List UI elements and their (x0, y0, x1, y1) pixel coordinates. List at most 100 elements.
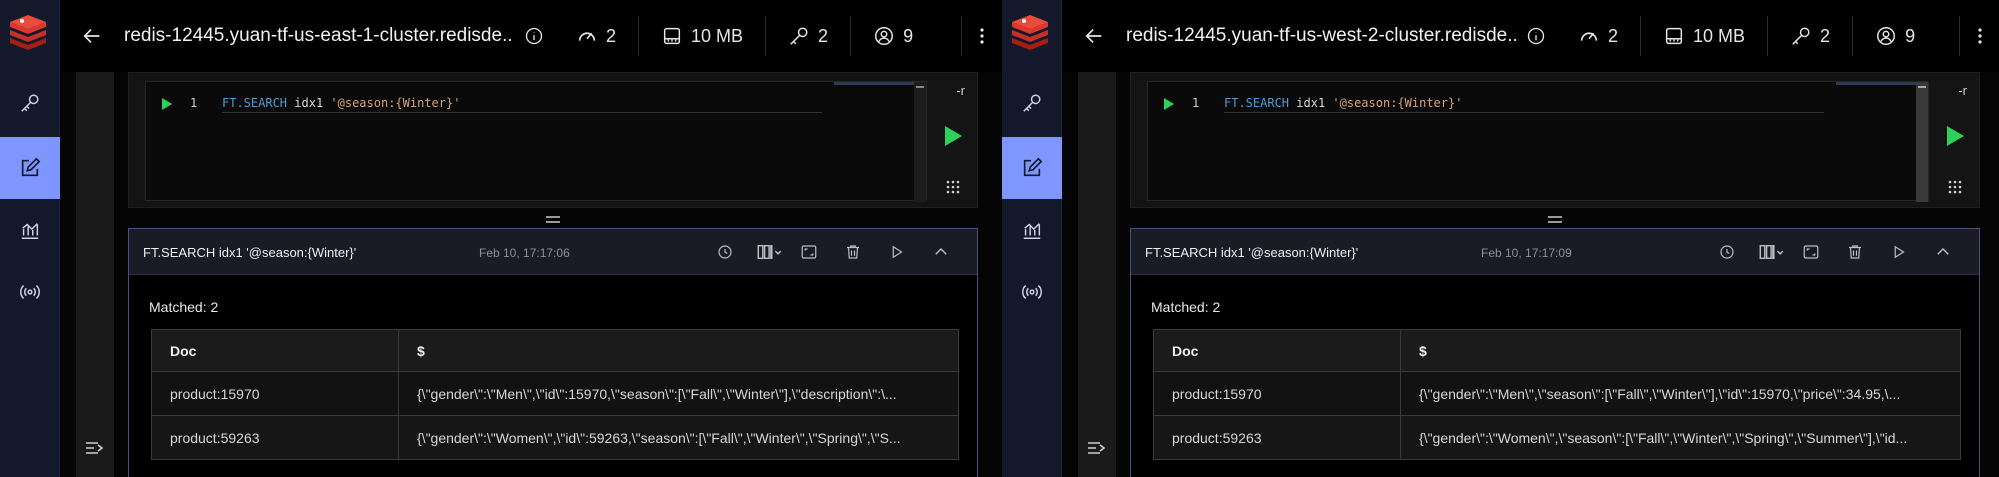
columns-icon (757, 244, 782, 260)
table-row[interactable]: product:15970 {\"gender\":\"Men\",\"seas… (1153, 371, 1961, 416)
table-header-row: Doc $ (151, 329, 959, 372)
raw-mode-flag[interactable]: -r (1958, 83, 1967, 98)
scrollbar-thumb[interactable] (1918, 86, 1926, 88)
database-name: redis-12445.yuan-tf-us-west-2-cluster.re… (1126, 25, 1516, 46)
doc-cell: product:59263 (1153, 415, 1401, 460)
line-number: 1 (1192, 96, 1200, 110)
raw-mode-flag[interactable]: -r (956, 83, 965, 98)
table-row[interactable]: product:15970 {\"gender\":\"Men\",\"id\"… (151, 371, 959, 416)
table-row[interactable]: product:59263 {\"gender\":\"Women\",\"id… (151, 415, 959, 460)
nav-analytics[interactable] (0, 199, 60, 261)
editor-input[interactable]: 1 FT.SEARCH idx1 '@season:{Winter}' (145, 81, 927, 202)
ops-value: 2 (606, 25, 617, 46)
result-card: FT.SEARCH idx1 '@season:{Winter}' Feb 10… (128, 228, 978, 477)
current-line-underline (222, 112, 822, 113)
chevron-up-icon (1937, 248, 1949, 255)
rerun-button[interactable] (1889, 242, 1909, 262)
run-icon[interactable] (943, 125, 963, 147)
editor-input[interactable]: 1 FT.SEARCH idx1 '@season:{Winter}' (1147, 81, 1929, 202)
redis-logo (1012, 15, 1048, 50)
arrow-left-icon (1085, 28, 1102, 44)
table-header-row: Doc $ (1153, 329, 1961, 372)
info-button[interactable] (1516, 26, 1556, 46)
info-button[interactable] (514, 26, 554, 46)
resize-handle[interactable] (546, 216, 560, 223)
nav-pubsub[interactable] (1002, 261, 1062, 323)
more-menu-button[interactable] (961, 16, 1001, 56)
fullscreen-button[interactable] (1801, 242, 1821, 262)
collapse-button[interactable] (931, 242, 951, 262)
result-timestamp: Feb 10, 17:17:06 (479, 246, 570, 260)
redis-pane-west: redis-12445.yuan-tf-us-west-2-cluster.re… (1002, 0, 1999, 477)
ops-stat: 2 (1556, 16, 1640, 56)
clock-icon (718, 245, 732, 259)
nav-analytics[interactable] (1002, 199, 1062, 261)
json-cell: {\"gender\":\"Men\",\"season\":[\"Fall\"… (1400, 371, 1961, 416)
pubsub-icon (20, 285, 40, 299)
play-icon (1894, 245, 1905, 259)
result-header[interactable]: FT.SEARCH idx1 '@season:{Winter}' Feb 10… (1131, 229, 1979, 275)
expand-icon[interactable] (84, 439, 106, 457)
result-header[interactable]: FT.SEARCH idx1 '@season:{Winter}' Feb 10… (129, 229, 977, 275)
code-argument: '@season:{Winter}' (1332, 96, 1463, 110)
table-row[interactable]: product:59263 {\"gender\":\"Women\",\"se… (1153, 415, 1961, 460)
clients-stat: 9 (1852, 16, 1937, 56)
trash-icon (1849, 245, 1861, 259)
json-cell: {\"gender\":\"Women\",\"season\":[\"Fall… (1400, 415, 1961, 460)
view-format-button[interactable] (1757, 242, 1787, 262)
minimap-highlight (1836, 82, 1926, 85)
columns-icon (1759, 244, 1784, 260)
nav-pubsub[interactable] (0, 261, 60, 323)
memory-value: 10 MB (1693, 25, 1746, 46)
editor-scrollbar[interactable] (1916, 82, 1928, 202)
grid-icon[interactable] (1947, 179, 1963, 195)
fullscreen-button[interactable] (799, 242, 819, 262)
column-header-doc: Doc (1153, 329, 1401, 372)
editor-scrollbar[interactable] (914, 82, 926, 202)
run-line-icon[interactable] (1164, 98, 1174, 110)
query-editor: 1 FT.SEARCH idx1 '@season:{Winter}' -r (128, 72, 978, 208)
collapse-button[interactable] (1933, 242, 1953, 262)
history-button[interactable] (715, 242, 735, 262)
back-button[interactable] (60, 0, 124, 72)
keys-value: 2 (1820, 25, 1831, 46)
result-query: FT.SEARCH idx1 '@season:{Winter}' (1145, 245, 1359, 260)
grid-icon[interactable] (945, 179, 961, 195)
memory-value: 10 MB (691, 25, 744, 46)
clock-icon (1720, 245, 1734, 259)
back-button[interactable] (1062, 0, 1126, 72)
gauge-icon (578, 32, 596, 41)
resize-handle[interactable] (1548, 216, 1562, 223)
expand-icon[interactable] (1086, 439, 1108, 457)
delete-button[interactable] (1845, 242, 1865, 262)
result-query: FT.SEARCH idx1 '@season:{Winter}' (143, 245, 357, 260)
rerun-button[interactable] (887, 242, 907, 262)
pubsub-icon (1022, 285, 1042, 299)
current-line-underline (1224, 112, 1824, 113)
history-button[interactable] (1717, 242, 1737, 262)
nav-workbench[interactable] (1002, 137, 1062, 199)
history-sidebar (1078, 72, 1116, 477)
ops-value: 2 (1608, 25, 1619, 46)
delete-button[interactable] (843, 242, 863, 262)
run-line-icon[interactable] (162, 98, 172, 110)
column-header-json: $ (398, 329, 959, 372)
nav-workbench[interactable] (0, 137, 60, 199)
doc-cell: product:15970 (151, 371, 399, 416)
nav-browser[interactable] (1002, 72, 1062, 134)
redis-logo (10, 15, 46, 50)
top-bar: redis-12445.yuan-tf-us-east-1-cluster.re… (60, 0, 1001, 72)
scrollbar-thumb[interactable] (916, 86, 924, 88)
matched-count: Matched: 2 (149, 299, 219, 315)
info-icon (1527, 27, 1545, 45)
view-format-button[interactable] (755, 242, 785, 262)
code-command: FT.SEARCH (1224, 96, 1290, 110)
top-bar: redis-12445.yuan-tf-us-west-2-cluster.re… (1062, 0, 1999, 72)
code-index: idx1 (1296, 96, 1326, 110)
result-table: Doc $ product:15970 {\"gender\":\"Men\",… (1153, 329, 1961, 460)
nav-browser[interactable] (0, 72, 60, 134)
users-icon (875, 27, 894, 45)
nav-rail (0, 0, 60, 477)
run-icon[interactable] (1945, 125, 1965, 147)
more-menu-button[interactable] (1959, 16, 1999, 56)
